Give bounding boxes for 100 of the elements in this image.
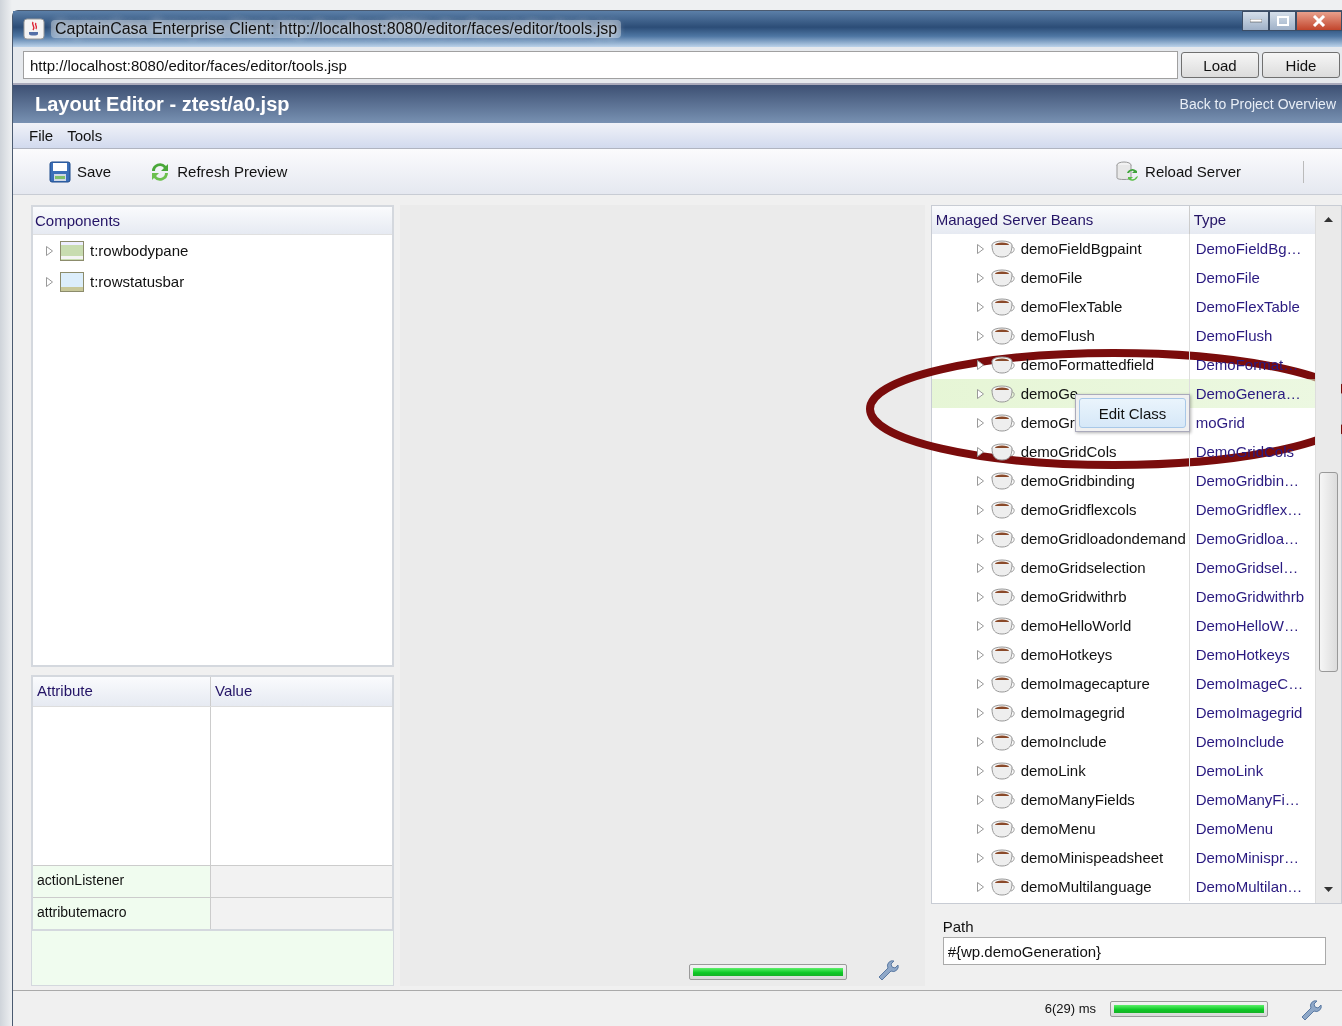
- close-button[interactable]: [1296, 11, 1342, 31]
- bean-name: demoManyFields: [1020, 791, 1135, 808]
- bean-name: demoGridflexcols: [1020, 501, 1137, 518]
- bean-name: demoImagecapture: [1020, 675, 1150, 692]
- bean-type: DemoGridwithrb: [1195, 588, 1304, 605]
- table-row[interactable]: demoGridloadondemand DemoGridloa…: [931, 524, 1315, 553]
- scrollbar-thumb[interactable]: [1319, 472, 1338, 672]
- scroll-up-icon[interactable]: [1324, 216, 1333, 222]
- coffee-cup-icon: [990, 703, 1015, 722]
- bean-type: DemoManyFi…: [1195, 791, 1300, 808]
- coffee-cup-icon: [990, 268, 1015, 287]
- minimize-button[interactable]: [1242, 11, 1269, 31]
- table-row[interactable]: demoLink DemoLink: [931, 756, 1315, 785]
- timing-text: 6(29) ms: [1044, 1001, 1096, 1016]
- panel-title: Components: [35, 212, 121, 229]
- back-link[interactable]: Back to Project Overview: [1179, 96, 1336, 112]
- table-row[interactable]: demoImagecapture DemoImageC…: [931, 669, 1315, 698]
- table-row[interactable]: demoMinispeadsheet DemoMinispr…: [931, 843, 1315, 872]
- menu-item[interactable]: Tools: [67, 127, 103, 144]
- column-header: Attribute: [33, 677, 211, 706]
- coffee-cup-icon: [990, 674, 1015, 693]
- scroll-down-icon[interactable]: [1324, 887, 1333, 893]
- close-icon: [1312, 15, 1326, 27]
- coffee-cup-icon: [990, 732, 1015, 751]
- table-row[interactable]: demoMultilanguage DemoMultilan…: [931, 872, 1315, 901]
- table-row[interactable]: demoHelloWorld DemoHelloW…: [931, 611, 1315, 640]
- tree-item-label[interactable]: t:rowstatusbar: [90, 273, 185, 290]
- table-row[interactable]: demoInclude DemoInclude: [931, 727, 1315, 756]
- expand-arrow-icon[interactable]: [975, 446, 985, 457]
- bean-type: DemoFlush: [1195, 327, 1273, 344]
- coffee-cup-icon: [990, 442, 1015, 461]
- table-row[interactable]: demoManyFields DemoManyFi…: [931, 785, 1315, 814]
- bean-type: DemoInclude: [1195, 733, 1285, 750]
- bean-type: DemoHelloW…: [1195, 617, 1299, 634]
- toolbar-button[interactable]: Hide: [1262, 52, 1340, 78]
- bean-name: demoFormattedfield: [1020, 356, 1155, 373]
- tree-item-label[interactable]: t:rowbodypane: [90, 242, 189, 259]
- coffee-cup-icon: [990, 645, 1015, 664]
- table-cell: attributemacro: [33, 898, 211, 929]
- coffee-cup-icon: [990, 239, 1015, 258]
- pane-icon: [60, 240, 84, 261]
- bean-name: demoGridwithrb: [1020, 588, 1127, 605]
- minimize-icon: [1249, 19, 1262, 23]
- table-row[interactable]: demoMenu DemoMenu: [931, 814, 1315, 843]
- bean-type: DemoFlexTable: [1195, 298, 1300, 315]
- coffee-cup-icon: [990, 384, 1015, 403]
- toolbar-button[interactable]: Load: [1181, 52, 1259, 78]
- maximize-icon: [1276, 16, 1289, 26]
- table-row[interactable]: demoGridselection DemoGridsel…: [931, 553, 1315, 582]
- bean-name: demoMenu: [1020, 820, 1096, 837]
- toolbar-button[interactable]: Save: [49, 160, 112, 183]
- column-header: Value: [214, 681, 254, 701]
- coffee-cup-icon: [990, 877, 1015, 896]
- table-row[interactable]: demoGridflexcols DemoGridflex…: [931, 495, 1315, 524]
- coffee-cup-icon: [990, 355, 1015, 374]
- bean-type: DemoGridsel…: [1195, 559, 1299, 576]
- path-field[interactable]: #{wp.demoGeneration}: [942, 937, 1326, 965]
- coffee-cup-icon: [990, 819, 1015, 838]
- table-row[interactable]: demoFile DemoFile: [931, 263, 1315, 292]
- table-row[interactable]: demoFieldBgpaint DemoFieldBg…: [931, 234, 1315, 263]
- coffee-cup-icon: [990, 326, 1015, 345]
- bean-type: DemoGridbin…: [1195, 472, 1299, 489]
- bean-name: demoHelloWorld: [1020, 617, 1132, 634]
- menu-item[interactable]: File: [29, 127, 54, 144]
- toolbar-button[interactable]: Refresh Preview: [149, 160, 288, 183]
- statusbar-icon: [60, 271, 84, 292]
- bean-name: demoGr: [1020, 414, 1075, 431]
- bean-type: DemoImageC…: [1195, 675, 1304, 692]
- maximize-button[interactable]: [1269, 11, 1296, 31]
- table-row[interactable]: demoFlexTable DemoFlexTable: [931, 292, 1315, 321]
- bean-type: DemoMenu: [1195, 820, 1274, 837]
- bean-type: DemoGridflex…: [1195, 501, 1303, 518]
- table-row[interactable]: demoFlush DemoFlush: [931, 321, 1315, 350]
- bean-type: DemoImagegrid: [1195, 704, 1303, 721]
- bean-type: DemoHotkeys: [1195, 646, 1290, 663]
- toolbar-button[interactable]: Reload Server: [1115, 160, 1241, 183]
- table-row[interactable]: demoGridbinding DemoGridbin…: [931, 466, 1315, 495]
- coffee-cup-icon: [990, 587, 1015, 606]
- column-header: Managed Server Beans: [931, 206, 1190, 234]
- table-row[interactable]: demoImagegrid DemoImagegrid: [931, 698, 1315, 727]
- table-cell: actionListener: [33, 866, 211, 897]
- bean-name: demoGridbinding: [1020, 472, 1135, 489]
- bean-type: moGrid: [1195, 414, 1245, 431]
- bean-type: DemoGridloa…: [1195, 530, 1299, 547]
- url-field[interactable]: http://localhost:8080/editor/faces/editor/tools.jsp: [23, 51, 1178, 79]
- coffee-cup-icon: [990, 761, 1015, 780]
- database-refresh-icon: [1115, 160, 1140, 183]
- bean-name: demoInclude: [1020, 733, 1107, 750]
- table-row[interactable]: demoHotkeys DemoHotkeys: [931, 640, 1315, 669]
- bean-type: DemoLink: [1195, 762, 1264, 779]
- coffee-cup-icon: [990, 500, 1015, 519]
- expand-arrow-icon[interactable]: [975, 359, 985, 370]
- bean-name: demoFieldBgpaint: [1020, 240, 1142, 257]
- page-title: Layout Editor - ztest/a0.jsp: [35, 92, 290, 116]
- table-row[interactable]: demoGridwithrb DemoGridwithrb: [931, 582, 1315, 611]
- coffee-cup-icon: [990, 790, 1015, 809]
- menu-item[interactable]: Edit Class: [1079, 398, 1186, 428]
- bean-name: demoGridselection: [1020, 559, 1146, 576]
- bean-type: DemoFieldBg…: [1195, 240, 1302, 257]
- scrollbar[interactable]: [1315, 206, 1341, 903]
